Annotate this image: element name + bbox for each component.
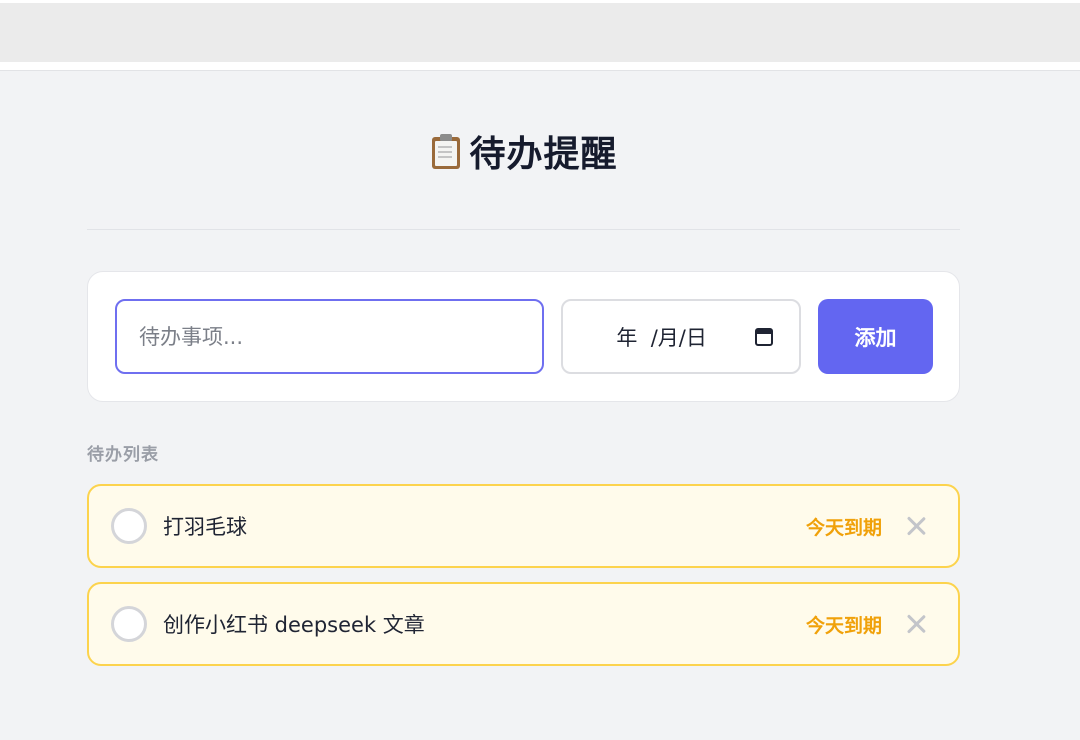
browser-top-bar xyxy=(0,0,1080,62)
page-title: 待办提醒 xyxy=(469,133,618,175)
list-heading: 待办列表 xyxy=(87,445,159,465)
todo-item: 创作小红书 deepseek 文章 今天到期 xyxy=(87,582,960,666)
due-date-picker[interactable]: 年 /月/日 xyxy=(561,299,801,374)
task-input[interactable] xyxy=(115,299,544,374)
due-status-badge: 今天到期 xyxy=(805,614,882,637)
todo-text: 打羽毛球 xyxy=(163,515,247,539)
todo-item: 打羽毛球 今天到期 xyxy=(87,484,960,568)
page-header: 待办提醒 xyxy=(87,72,960,230)
title-row: 待办提醒 xyxy=(429,125,617,177)
todo-text: 创作小红书 deepseek 文章 xyxy=(163,613,425,637)
todo-app: 待办提醒 年 /月/日 添加 待办列表 打羽毛球 今天到期 创作小红书 deep… xyxy=(87,72,960,680)
due-status-badge: 今天到期 xyxy=(805,516,882,539)
browser-top-divider xyxy=(0,62,1080,71)
complete-checkbox[interactable] xyxy=(111,606,147,642)
todo-list: 打羽毛球 今天到期 创作小红书 deepseek 文章 今天到期 xyxy=(87,484,960,666)
date-input-text: 年 /月/日 xyxy=(603,325,707,350)
close-icon[interactable] xyxy=(904,514,928,538)
close-icon[interactable] xyxy=(904,612,928,636)
calendar-icon[interactable] xyxy=(755,327,773,346)
add-button[interactable]: 添加 xyxy=(818,299,933,374)
add-todo-form: 年 /月/日 添加 xyxy=(87,271,960,402)
complete-checkbox[interactable] xyxy=(111,508,147,544)
clipboard-icon xyxy=(429,132,463,170)
